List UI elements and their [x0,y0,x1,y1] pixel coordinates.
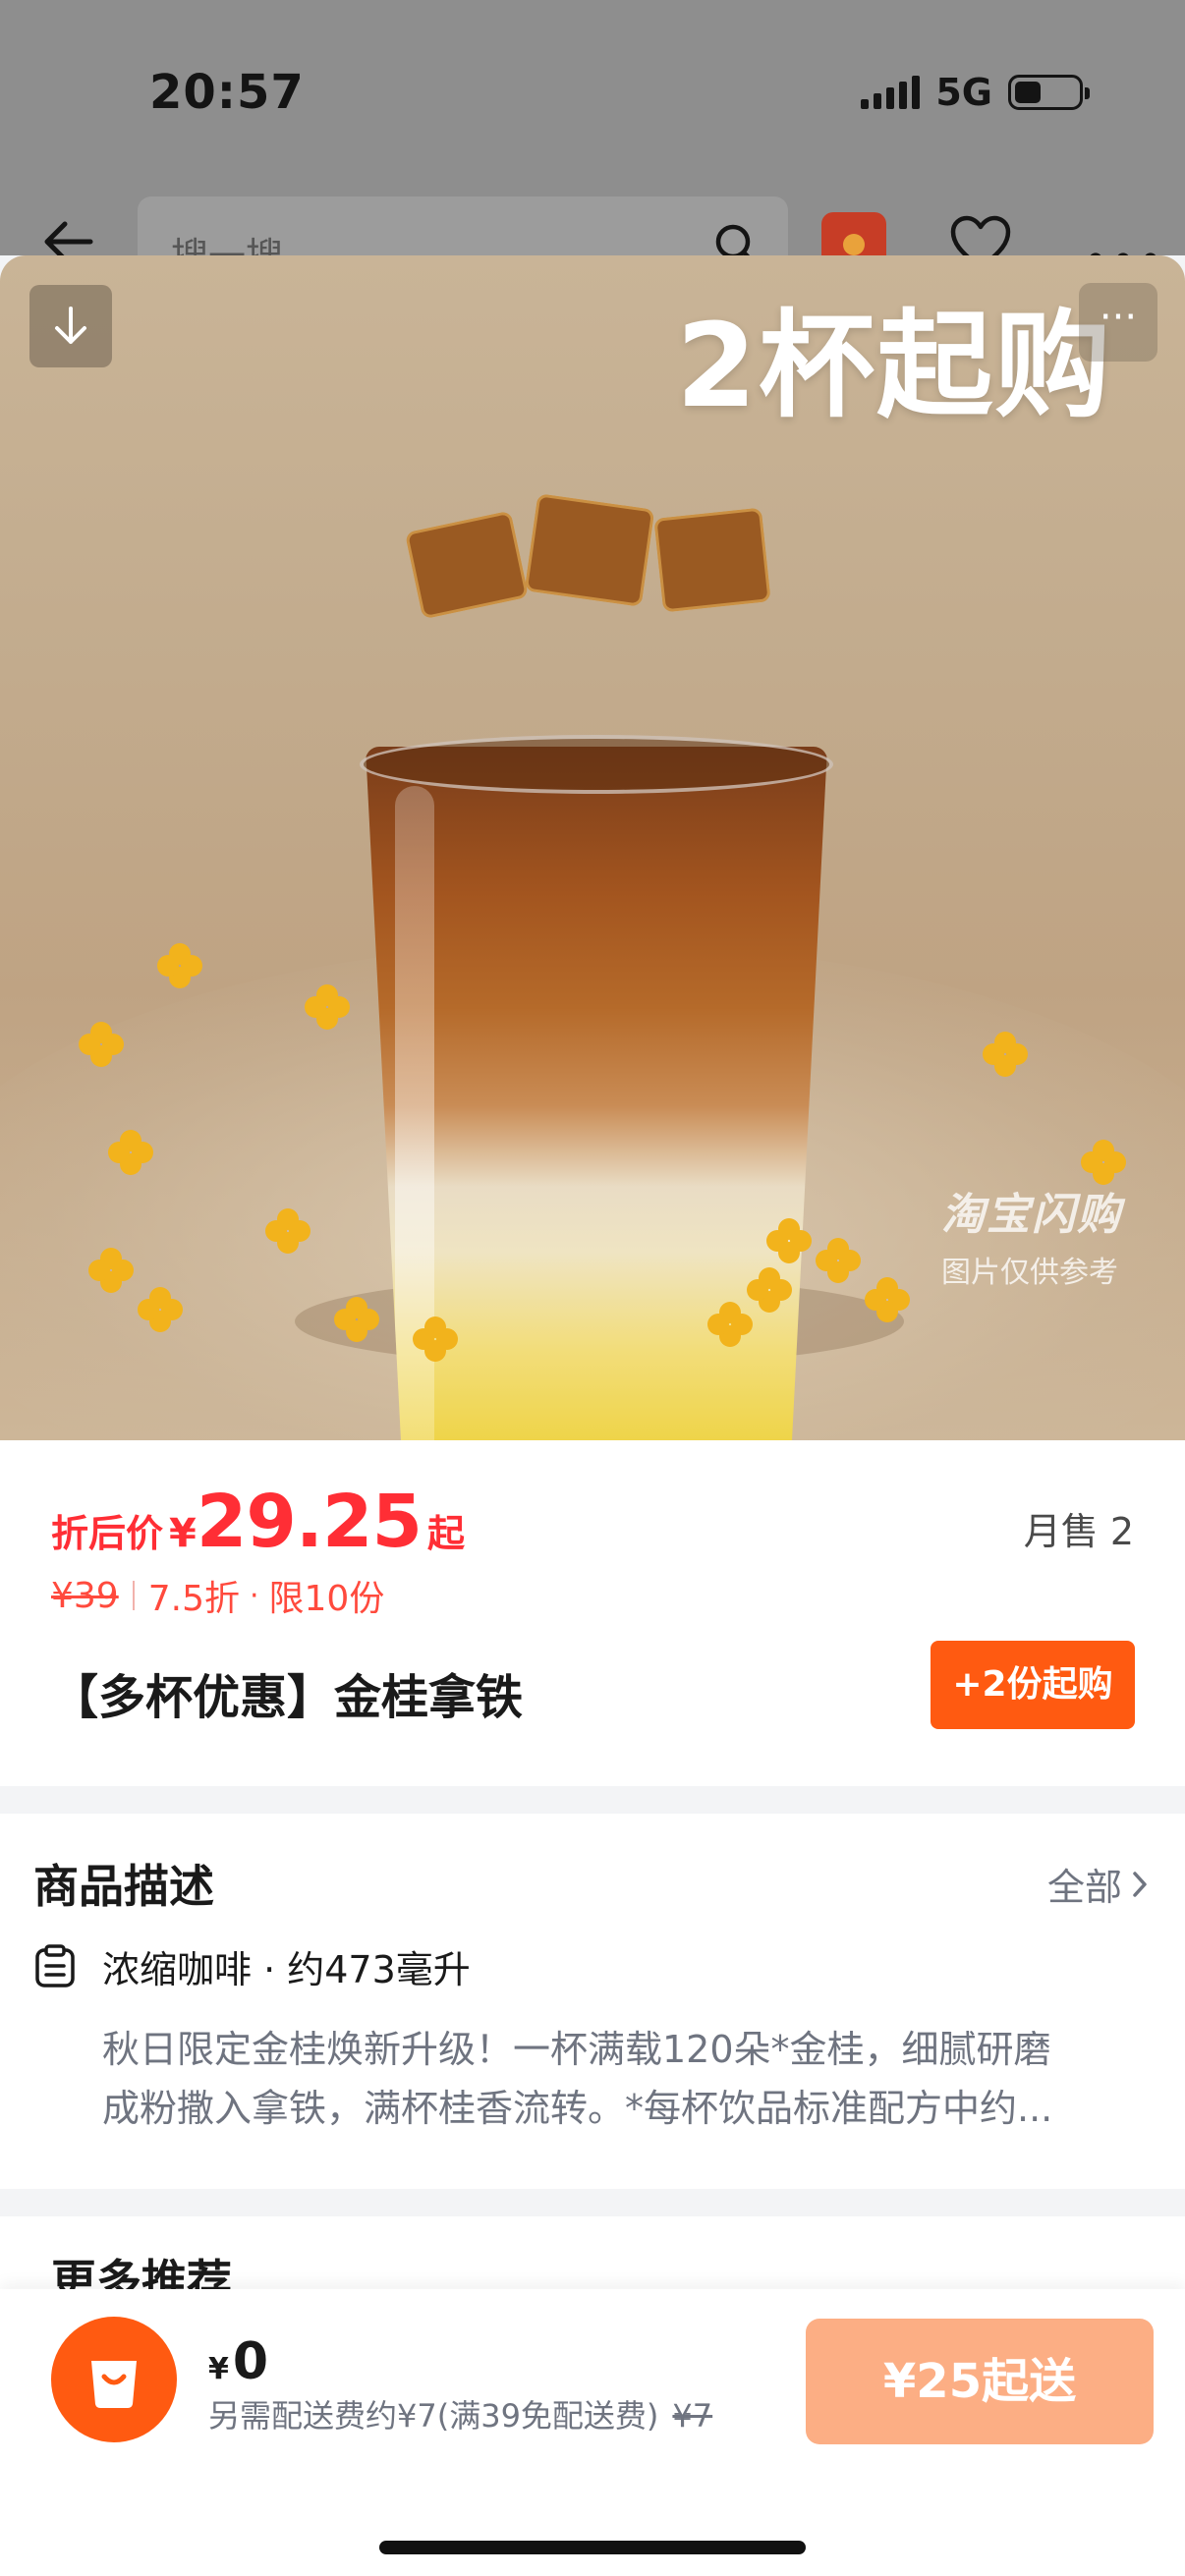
ice-cube [524,493,655,607]
osmanthus-flower [108,1130,153,1175]
purchase-limit: 限10份 [268,1579,385,1619]
delivery-fee-note: 另需配送费约¥7(满39免配送费) ¥7 [208,2391,712,2436]
home-indicator [379,2541,806,2554]
network-label: 5G [935,71,992,114]
discount-rate: 7.5折 [147,1579,240,1619]
osmanthus-flower [865,1277,910,1322]
spec-text: 浓缩咖啡 · 约473毫升 [102,1948,471,1991]
background-page: 20:57 5G 搜一搜 ••• [0,0,1185,295]
dot-separator: · [249,1578,259,1613]
watermark-note: 图片仅供参考 [941,1256,1118,1290]
add-to-cart-button[interactable]: +2份起购 [931,1641,1135,1729]
total-amount: 0 [232,2332,269,2391]
description-heading: 商品描述 [33,1860,214,1913]
price-currency: ¥ [169,1511,197,1556]
cart-button[interactable] [51,2317,177,2442]
original-price: ¥39 [51,1575,119,1616]
osmanthus-flower [88,1248,134,1293]
osmanthus-flower [766,1218,812,1263]
monthly-sales: 月售 2 [1023,1510,1134,1553]
spec-row: 浓缩咖啡 · 约473毫升 [33,1939,471,1993]
status-time: 20:57 [149,65,305,120]
document-icon [35,1943,75,1988]
osmanthus-flower [79,1022,124,1067]
osmanthus-flower [413,1316,458,1362]
price-label: 折后价 [51,1512,164,1555]
shopping-bag-icon [91,2361,137,2408]
osmanthus-flower [747,1267,792,1313]
total-currency: ¥ [208,2352,229,2386]
view-all-link[interactable]: 全部 [1047,1857,1150,1911]
description-line: 成粉撒入拿铁，满杯桂香流转。*每杯饮品标准配方中约... [102,2087,1053,2130]
min-purchase-banner: 2杯起购 [676,298,1113,433]
osmanthus-flower [305,984,350,1030]
delivery-note-text: 另需配送费约¥7(满39免配送费) [208,2397,659,2435]
view-all-label: 全部 [1046,1866,1122,1909]
osmanthus-flower [816,1238,861,1283]
product-image[interactable]: 2杯起购 ··· 淘宝闪购 图片仅供参考 [0,255,1185,1440]
status-icons: 5G [861,71,1090,114]
description-text[interactable]: 秋日限定金桂焕新升级！一杯满载120朵*金桂，细腻研磨 成粉撒入拿铁，满杯桂香流… [102,2020,1144,2138]
price-meta: ¥39 7.5折 · 限10份 [51,1570,384,1621]
ice-cube [653,507,771,613]
divider [132,1581,135,1610]
delivery-original-fee: ¥7 [672,2397,713,2435]
discount-price: 折后价 ¥ 29.25 起 [51,1480,465,1564]
cart-total: ¥ 0 [208,2332,268,2391]
product-title: 【多杯优惠】金桂拿铁 [51,1670,524,1725]
description-card: 商品描述 全部 浓缩咖啡 · 约473毫升 秋日限定金桂焕新升级！一杯满载120… [0,1814,1185,2189]
cart-bar: ¥ 0 另需配送费约¥7(满39免配送费) ¥7 ¥25起送 [0,2289,1185,2576]
checkout-button[interactable]: ¥25起送 [806,2319,1154,2444]
osmanthus-flower [334,1297,379,1342]
download-icon [55,307,86,344]
image-watermark: 淘宝闪购 图片仅供参考 [941,1179,1122,1291]
download-button[interactable] [29,285,112,367]
battery-icon [1008,75,1090,110]
price-suffix: 起 [426,1512,465,1555]
price-card: 折后价 ¥ 29.25 起 月售 2 ¥39 7.5折 · 限10份 【多杯优惠… [0,1440,1185,1786]
osmanthus-flower [157,943,202,988]
chevron-right-icon [1133,1871,1147,1897]
image-more-button[interactable]: ··· [1079,283,1157,362]
ice-cube [404,510,530,620]
cup-rim [360,735,833,794]
osmanthus-flower [265,1208,310,1254]
watermark-brand: 淘宝闪购 [941,1190,1122,1240]
osmanthus-flower [983,1032,1028,1077]
osmanthus-flower [707,1302,753,1347]
signal-icon [861,76,921,109]
price-amount: 29.25 [196,1480,423,1564]
description-line: 秋日限定金桂焕新升级！一杯满载120朵*金桂，细腻研磨 [102,2028,1051,2071]
osmanthus-flower [138,1287,183,1332]
